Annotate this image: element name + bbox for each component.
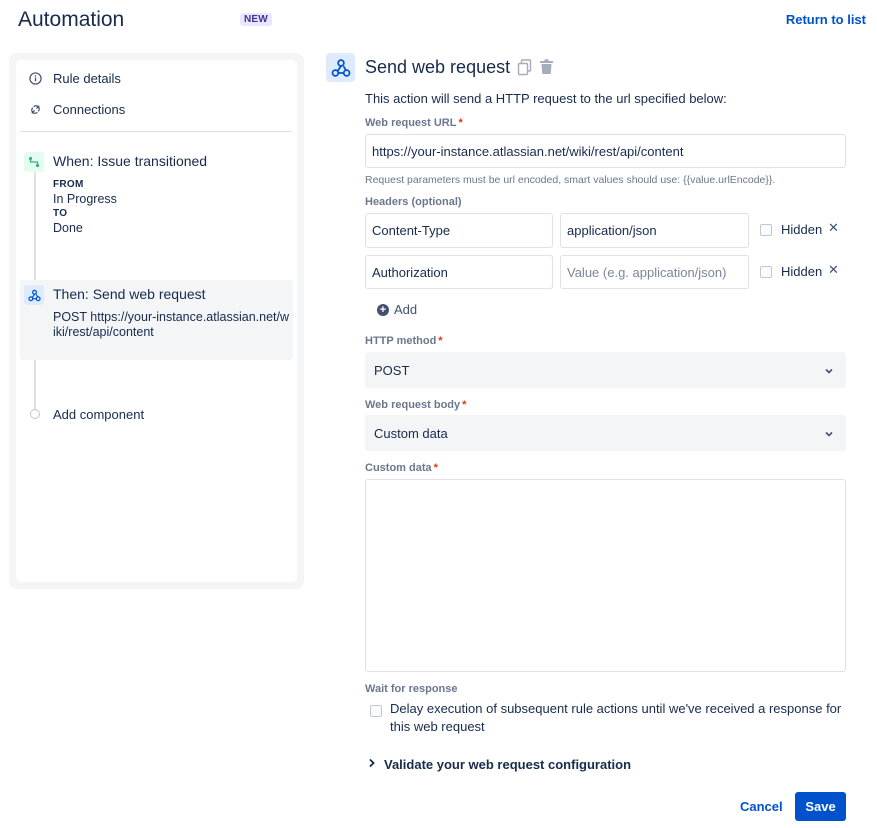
sidebar-item-label: Rule details xyxy=(53,71,121,86)
action-detail: POST https://your-instance.atlassian.net… xyxy=(53,310,289,340)
trigger-to-label: TO xyxy=(53,208,67,219)
action-title[interactable]: Then: Send web request xyxy=(53,286,206,302)
chevron-down-icon xyxy=(824,364,834,379)
header-name-input[interactable]: Authorization xyxy=(365,255,553,289)
plus-icon: + xyxy=(377,304,389,316)
header-value-input[interactable]: Value (e.g. application/json) xyxy=(560,255,749,289)
sidebar: Rule details Connections When: Issue tra… xyxy=(16,60,297,582)
custom-data-textarea[interactable] xyxy=(365,479,846,672)
body-select-value: Custom data xyxy=(374,426,448,441)
connections-icon xyxy=(28,102,42,116)
webhook-icon xyxy=(326,53,355,82)
return-to-list-link[interactable]: Return to list xyxy=(786,12,866,27)
remove-header-icon[interactable]: ✕ xyxy=(828,220,839,236)
url-input[interactable]: https://your-instance.atlassian.net/wiki… xyxy=(365,134,846,168)
url-helper-text: Request parameters must be url encoded, … xyxy=(365,174,775,186)
custom-data-label: Custom data* xyxy=(365,462,438,474)
header-hidden-checkbox[interactable] xyxy=(760,224,772,236)
wait-label: Wait for response xyxy=(365,683,458,695)
add-header-label: Add xyxy=(394,302,417,317)
sidebar-item-label: Connections xyxy=(53,102,125,117)
header-value-input[interactable]: application/json xyxy=(560,213,749,248)
method-label: HTTP method* xyxy=(365,335,443,347)
trigger-title[interactable]: When: Issue transitioned xyxy=(53,153,207,169)
action-heading: Send web request xyxy=(365,57,510,78)
new-badge: NEW xyxy=(240,13,272,26)
sidebar-item-rule-details[interactable]: Rule details xyxy=(28,68,121,88)
validate-toggle[interactable]: Validate your web request configuration xyxy=(368,757,631,772)
method-select-value: POST xyxy=(374,363,409,378)
add-component-dot xyxy=(30,409,40,419)
sidebar-item-connections[interactable]: Connections xyxy=(28,99,125,119)
remove-header-icon[interactable]: ✕ xyxy=(828,262,839,278)
webhook-icon xyxy=(24,285,44,305)
header-hidden-checkbox[interactable] xyxy=(760,266,772,278)
save-button[interactable]: Save xyxy=(795,792,846,821)
wait-checkbox[interactable] xyxy=(370,705,382,717)
trigger-icon xyxy=(24,152,44,172)
action-description: This action will send a HTTP request to … xyxy=(365,91,727,106)
add-header-button[interactable]: + Add xyxy=(377,302,417,317)
wait-description: Delay execution of subsequent rule actio… xyxy=(390,700,850,736)
header-hidden-label: Hidden xyxy=(781,222,822,237)
validate-label: Validate your web request configuration xyxy=(384,757,631,772)
headers-label: Headers (optional) xyxy=(365,196,462,208)
info-icon xyxy=(28,71,42,85)
add-component-link[interactable]: Add component xyxy=(53,407,144,422)
trigger-to-value: Done xyxy=(53,221,83,235)
body-select[interactable]: Custom data xyxy=(365,415,846,451)
chevron-right-icon xyxy=(368,758,376,771)
sidebar-divider xyxy=(20,131,292,132)
chevron-down-icon xyxy=(824,427,834,442)
copy-icon[interactable] xyxy=(517,59,533,79)
method-select[interactable]: POST xyxy=(365,352,846,388)
header-hidden-label: Hidden xyxy=(781,264,822,279)
trigger-from-value: In Progress xyxy=(53,192,117,206)
page-title: Automation xyxy=(18,8,124,32)
body-label: Web request body* xyxy=(365,399,466,411)
header-name-input[interactable]: Content-Type xyxy=(365,213,553,248)
trash-icon[interactable] xyxy=(539,59,554,78)
cancel-button[interactable]: Cancel xyxy=(740,799,783,814)
url-label: Web request URL* xyxy=(365,117,463,129)
trigger-from-label: FROM xyxy=(53,179,84,190)
